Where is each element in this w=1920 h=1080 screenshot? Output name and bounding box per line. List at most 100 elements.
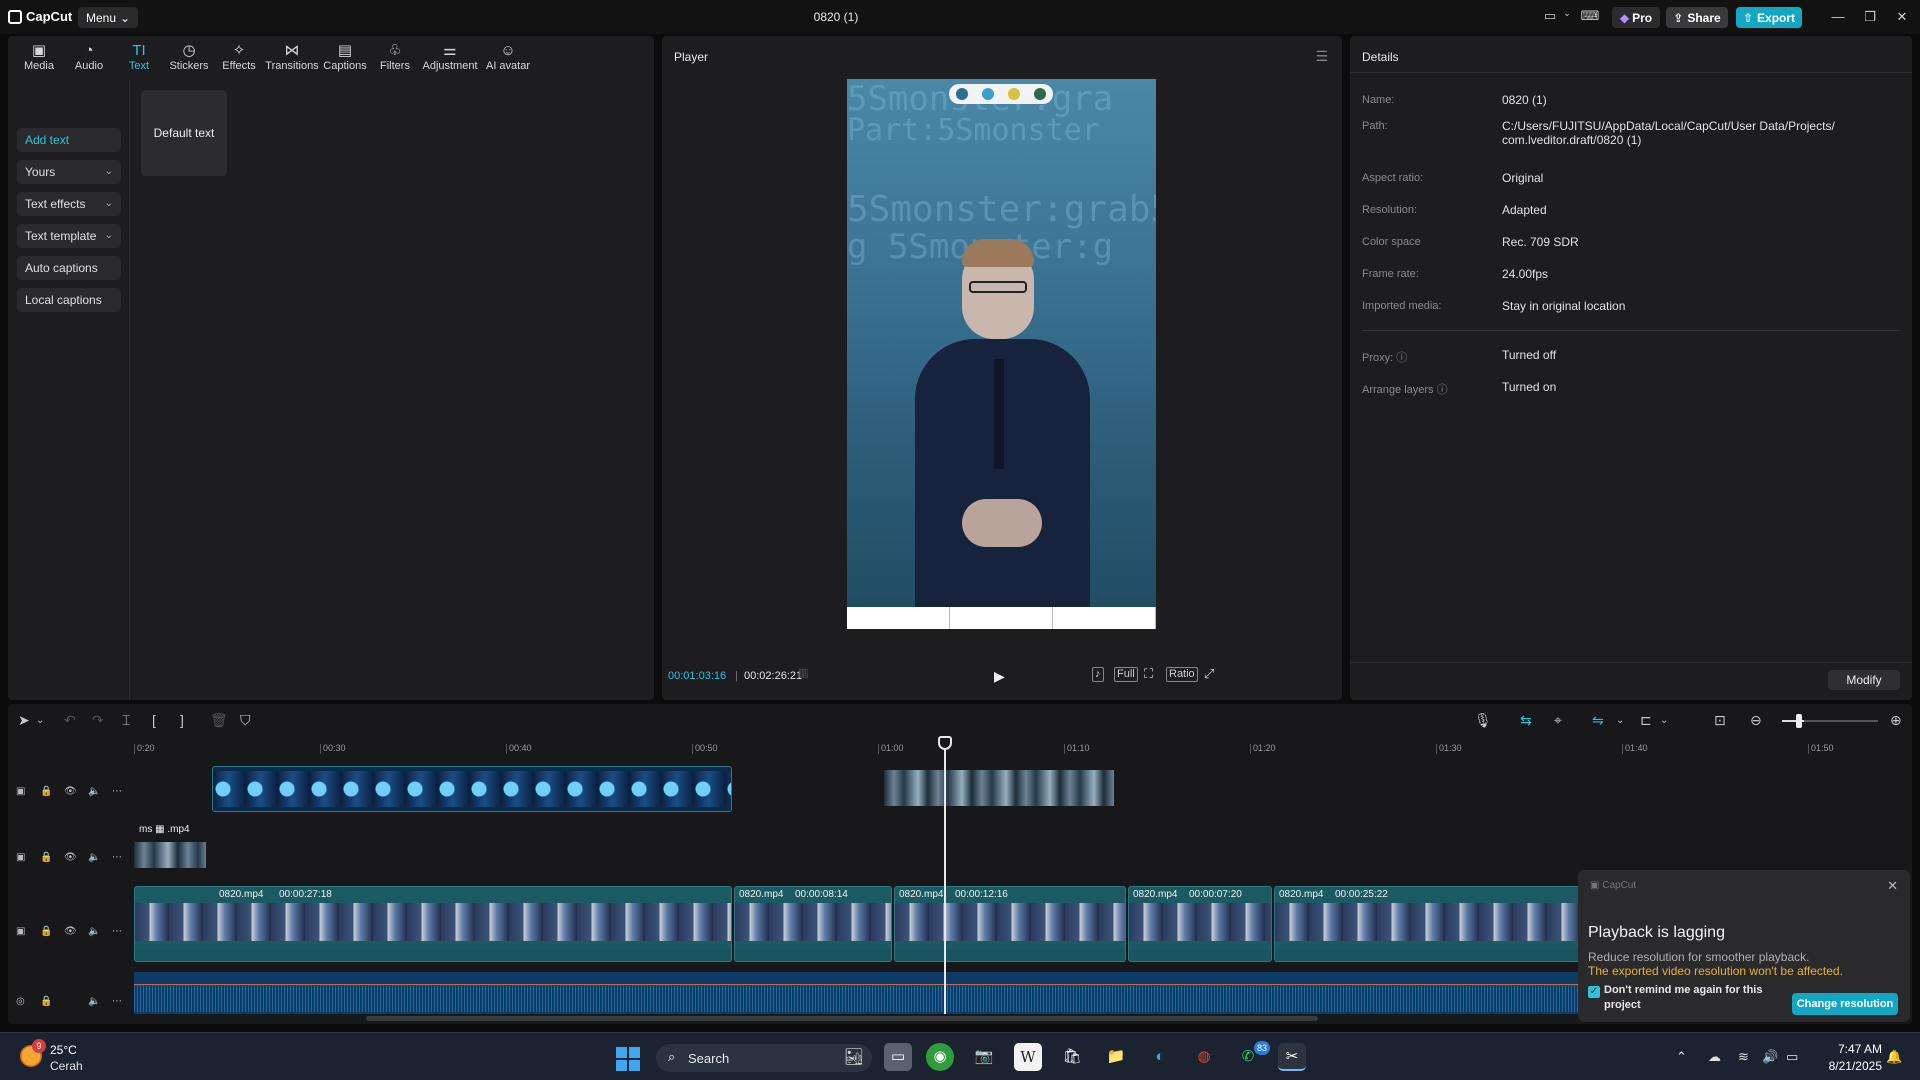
lock-icon[interactable]: 🔒 — [40, 786, 52, 797]
volume-icon[interactable]: 🔊 — [1762, 1049, 1778, 1065]
app-green-icon[interactable]: ◉ — [926, 1043, 954, 1071]
export-button[interactable]: ⇧ Export — [1736, 7, 1802, 28]
info-icon[interactable]: ⓘ — [1396, 352, 1407, 364]
close-icon[interactable]: ✕ — [1892, 9, 1912, 25]
chevron-up-icon[interactable]: ⌃ — [1676, 1049, 1687, 1065]
microphone-icon[interactable]: 🎙 — [1474, 712, 1492, 729]
task-view-icon[interactable]: ▭ — [884, 1043, 912, 1071]
eye-icon[interactable]: 👁 — [64, 852, 77, 863]
speaker-icon[interactable]: 🔈 — [88, 996, 100, 1007]
tab-effects[interactable]: ✧ Effects — [214, 36, 264, 80]
link-clips-icon[interactable]: ⇆ — [1520, 712, 1532, 729]
playhead-handle[interactable] — [938, 736, 952, 750]
split-icon[interactable]: ⌶ — [122, 712, 130, 729]
weather-temperature[interactable]: 25°C — [50, 1043, 77, 1057]
weather-description[interactable]: Cerah — [50, 1059, 83, 1073]
wikipedia-icon[interactable]: W — [1014, 1043, 1042, 1071]
overlay-clip-hexagon[interactable] — [212, 766, 732, 812]
magnet-icon[interactable]: ⌖ — [1554, 712, 1562, 729]
more-icon[interactable]: ⋯ — [112, 926, 122, 937]
camera-icon[interactable]: 📷 — [970, 1043, 998, 1071]
share-button[interactable]: ⇪ Share — [1666, 7, 1728, 28]
local-captions-button[interactable]: Local captions — [17, 288, 121, 312]
lock-icon[interactable]: 🔒 — [40, 926, 52, 937]
pro-button[interactable]: ◆ Pro — [1612, 7, 1660, 28]
preview-axis-icon[interactable]: ⊏ — [1640, 712, 1652, 729]
tab-ai-avatar[interactable]: ☺ AI avatar — [480, 36, 536, 80]
speaker-icon[interactable]: 🔈 — [88, 926, 100, 937]
chevron-down-icon[interactable]: ⌄ — [1616, 715, 1624, 726]
tiktok-preview-icon[interactable]: ♪ — [1092, 667, 1104, 682]
fit-timeline-icon[interactable]: ⊡ — [1714, 712, 1726, 729]
lock-icon[interactable]: 🔒 — [40, 852, 52, 863]
tab-media[interactable]: ▣ Media — [14, 36, 64, 80]
change-resolution-button[interactable]: Change resolution — [1792, 993, 1898, 1015]
redo-icon[interactable]: ↷ — [92, 712, 104, 729]
main-clip-5[interactable]: 0820.mp4 00:00:25:22 — [1274, 886, 1582, 962]
tab-text[interactable]: TI Text — [114, 36, 164, 80]
capcut-taskbar-icon[interactable]: ✂ — [1278, 1043, 1306, 1071]
select-cursor-icon[interactable]: ➤ — [18, 712, 30, 729]
main-clip-1[interactable]: 0820.mp4 00:00:27:18 — [134, 886, 732, 962]
windows-start-icon[interactable] — [616, 1047, 640, 1071]
trim-right-icon[interactable]: ] — [180, 712, 184, 728]
zoom-in-icon[interactable]: ⊕ — [1890, 712, 1902, 729]
timeline-ruler[interactable]: 0:20 00:30 00:40 00:50 01:00 01:10 01:20… — [134, 740, 1912, 760]
tab-adjustment[interactable]: ⚌ Adjustment — [420, 36, 480, 80]
play-icon[interactable]: ▶ — [994, 668, 1005, 685]
file-explorer-icon[interactable]: 📁 — [1102, 1043, 1130, 1071]
audio-clip[interactable] — [134, 972, 1582, 1014]
more-icon[interactable]: ⋯ — [112, 996, 122, 1007]
eye-icon[interactable]: 👁 — [64, 926, 77, 937]
zoom-out-icon[interactable]: ⊖ — [1750, 712, 1762, 729]
battery-icon[interactable]: ▭ — [1786, 1049, 1798, 1065]
tab-captions[interactable]: ▤ Captions — [320, 36, 370, 80]
text-effects-dropdown[interactable]: Text effects ⌄ — [17, 192, 121, 216]
lock-icon[interactable]: 🔒 — [40, 996, 52, 1007]
overlay-clip-small[interactable]: ms ▦ .mp4 — [134, 822, 206, 880]
info-icon[interactable]: ⓘ — [1437, 384, 1448, 396]
auto-snap-icon[interactable]: ⇋ — [1592, 712, 1604, 729]
minimize-icon[interactable]: — — [1828, 9, 1848, 24]
dont-remind-label[interactable]: Don't remind me again for this project — [1604, 983, 1784, 1013]
video-preview[interactable]: 5Smonster:gra Part:5Smonster 5Smonster:g… — [847, 79, 1156, 629]
edge-browser-icon[interactable]: ◐ — [1146, 1043, 1174, 1071]
ratio-button[interactable]: Ratio — [1166, 667, 1198, 682]
main-clip-4[interactable]: 0820.mp4 00:00:07:20 — [1128, 886, 1272, 962]
chevron-down-icon[interactable]: ⌄ — [1660, 715, 1668, 726]
text-template-dropdown[interactable]: Text template ⌄ — [17, 224, 121, 248]
fullscreen-icon[interactable]: ⤢ — [1202, 667, 1216, 682]
cloud-icon[interactable]: ☁ — [1708, 1049, 1721, 1065]
wifi-icon[interactable]: ≋ — [1738, 1049, 1749, 1065]
tab-stickers[interactable]: ◷ Stickers — [164, 36, 214, 80]
add-text-button[interactable]: Add text — [17, 128, 121, 152]
yours-dropdown[interactable]: Yours ⌄ — [17, 160, 121, 184]
auto-captions-button[interactable]: Auto captions — [17, 256, 121, 280]
microsoft-store-icon[interactable]: 🛍 — [1058, 1043, 1086, 1071]
chrome-icon[interactable]: ◍ — [1190, 1043, 1218, 1071]
clock-date[interactable]: 8/21/2025 — [1812, 1059, 1882, 1073]
more-icon[interactable]: ⋯ — [112, 852, 122, 863]
speaker-icon[interactable]: 🔈 — [88, 852, 100, 863]
shortcuts-icon[interactable]: ⌨ — [1580, 8, 1600, 25]
volume-line[interactable] — [134, 984, 1582, 985]
timeline-scrollbar[interactable] — [366, 1016, 1318, 1021]
more-icon[interactable]: ⋯ — [112, 786, 122, 797]
taskbar-search[interactable]: ⌕ Search 🏜 — [656, 1044, 872, 1072]
shield-icon[interactable]: ⛉ — [240, 712, 251, 729]
chevron-down-icon[interactable]: ⌄ — [36, 715, 44, 726]
restore-icon[interactable]: ❐ — [1860, 9, 1880, 25]
tab-filters[interactable]: ♧ Filters — [370, 36, 420, 80]
close-icon[interactable]: ✕ — [1887, 878, 1898, 894]
layout-icon[interactable]: ▭ — [1540, 8, 1560, 25]
default-text-card[interactable]: Default text — [141, 90, 227, 176]
speaker-icon[interactable]: 🔈 — [88, 786, 100, 797]
eye-icon[interactable]: 👁 — [64, 786, 77, 797]
dont-remind-checkbox[interactable]: ✓ — [1588, 986, 1600, 998]
delete-icon[interactable]: 🗑 — [210, 712, 228, 729]
main-clip-3[interactable]: 0820.mp4 00:00:12:16 — [894, 886, 1126, 962]
tab-audio[interactable]: ◔ Audio — [64, 36, 114, 80]
timeline-marker-icon[interactable]: ▥ — [796, 667, 810, 682]
chevron-down-icon[interactable]: ⌄ — [1562, 8, 1572, 25]
snapshot-icon[interactable]: ⛶ — [1142, 667, 1155, 682]
